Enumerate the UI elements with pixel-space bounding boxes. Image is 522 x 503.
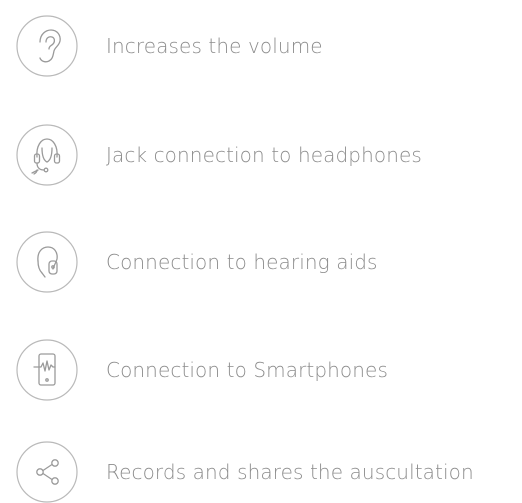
feature-label: Connection to Smartphones: [106, 358, 388, 382]
feature-item-share: Records and shares the auscultation: [16, 441, 516, 503]
feature-item-volume: Increases the volume: [16, 15, 516, 77]
feature-label: Jack connection to headphones: [106, 143, 422, 167]
ear-icon: [16, 15, 78, 77]
headset-icon: [16, 124, 78, 186]
feature-item-hearing-aids: Connection to hearing aids: [16, 231, 516, 293]
smartphone-icon: [16, 339, 78, 401]
share-icon: [16, 441, 78, 503]
hearing-aid-icon: [16, 231, 78, 293]
feature-item-headphones: Jack connection to headphones: [16, 124, 516, 186]
feature-item-smartphones: Connection to Smartphones: [16, 339, 516, 401]
feature-label: Increases the volume: [106, 34, 323, 58]
feature-label: Connection to hearing aids: [106, 250, 378, 274]
feature-label: Records and shares the auscultation: [106, 460, 474, 484]
feature-list: Increases the volume Jack connection to …: [0, 0, 522, 503]
